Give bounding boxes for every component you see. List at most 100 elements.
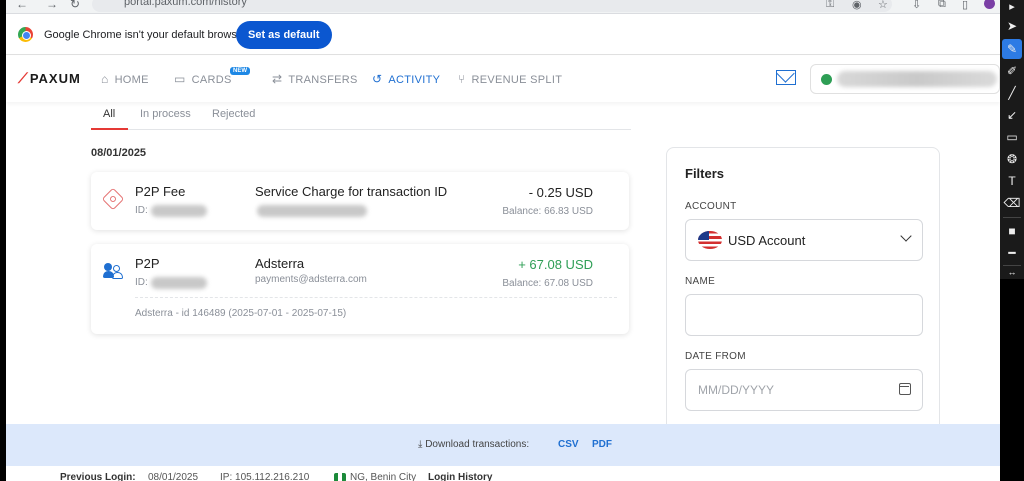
nav-activity[interactable]: ↺ ACTIVITY [372,72,440,86]
nav-transfers[interactable]: ⇄ TRANSFERS [272,72,358,86]
users-icon [103,262,125,280]
nav-revenue-split-label: REVENUE SPLIT [471,74,563,86]
chevron-down-icon [900,230,912,242]
set-default-button[interactable]: Set as default [236,21,332,49]
text-icon[interactable]: T [1002,171,1022,191]
nav-home-label: HOME [114,74,149,86]
toolbar-divider [1003,217,1021,218]
transaction-card[interactable]: P2P ID: Adsterra payments@adsterra.com +… [91,244,629,334]
filters-panel: Filters ACCOUNT USD Account NAME DATE FR… [666,147,940,437]
home-icon: ⌂ [101,72,109,86]
redacted-username [837,71,997,87]
date-heading: 08/01/2025 [91,147,147,159]
tag-icon [101,187,125,211]
previous-login-ip: IP: 105.112.216.210 [220,472,310,481]
address-bar[interactable]: portal.paxum.com/history [92,0,892,12]
transaction-type: P2P Fee [135,184,186,199]
name-label: NAME [685,276,716,287]
chrome-logo-icon [18,27,33,42]
date-from-label: DATE FROM [685,351,746,362]
mail-icon[interactable] [776,70,796,85]
nav-cards[interactable]: ▭ CARDS [174,72,232,86]
transaction-description: Adsterra [255,256,305,271]
profile-avatar[interactable] [984,0,995,9]
date-from-field[interactable]: MM/DD/YYYY [685,369,923,411]
nav-activity-label: ACTIVITY [388,74,441,86]
star-icon[interactable]: ☆ [878,0,888,11]
transaction-balance: Balance: 67.08 USD [502,278,593,289]
transaction-balance: Balance: 66.83 USD [502,206,593,217]
transaction-card[interactable]: P2P Fee ID: Service Charge for transacti… [91,172,629,230]
redacted-id [151,205,207,217]
tab-rejected[interactable]: Rejected [212,108,255,120]
tab-in-process[interactable]: In process [140,108,191,120]
key-icon[interactable]: ⚿ [826,0,834,11]
default-browser-infobar: Google Chrome isn't your default browser… [6,15,1000,55]
download-csv-link[interactable]: CSV [558,439,579,450]
verified-icon [821,74,832,85]
transaction-id-label: ID: [135,205,148,216]
name-field[interactable] [685,294,923,336]
activity-tabs: All In process Rejected [91,104,631,130]
fill-icon[interactable]: ❂ [1002,149,1022,169]
transaction-description: Service Charge for transaction ID [255,184,448,199]
us-flag-icon [698,231,722,249]
history-icon: ↺ [372,72,383,86]
transfer-icon: ⇄ [272,72,283,86]
nav-revenue-split[interactable]: ⑂ REVENUE SPLIT [458,72,562,86]
account-select[interactable]: USD Account [685,219,923,261]
ng-flag-icon [334,473,346,481]
transaction-id-label: ID: [135,277,148,288]
split-icon: ⑂ [458,72,466,86]
puzzle-icon[interactable]: ⧉ [938,0,946,11]
transaction-note: Adsterra - id 146489 (2025-07-01 - 2025-… [135,308,347,319]
filters-title: Filters [685,166,725,181]
paxum-logo[interactable]: ⟋PAXUM [18,70,81,87]
pen-icon[interactable]: ✎ [1002,39,1022,59]
download-bar: ⤓ Download transactions: CSV PDF [6,424,1000,466]
login-history-link[interactable]: Login History [428,472,492,481]
redacted-transaction-id [257,205,367,217]
extension-icon[interactable]: ◉ [852,0,862,11]
transaction-counterparty-email: payments@adsterra.com [255,274,367,285]
infobar-text: Google Chrome isn't your default browser [44,29,247,41]
calendar-icon[interactable] [899,383,911,395]
transaction-type: P2P [135,256,160,271]
account-label: ACCOUNT [685,201,737,212]
tab-all[interactable]: All [103,108,115,120]
marker-icon[interactable]: ✐ [1002,61,1022,81]
download-pdf-link[interactable]: PDF [592,439,612,450]
color-swatch-icon[interactable]: ■ [1002,221,1022,241]
app-navbar: ⟋PAXUM ⌂ HOME ▭ CARDS NEW ⇄ TRANSFERS ↺ ACTI… [6,56,1000,102]
previous-login-bar: Previous Login: 08/01/2025 IP: 105.112.2… [6,466,1000,481]
cursor-tool-icon[interactable]: ▸ [1000,0,1024,14]
forward-icon[interactable]: → [46,0,58,11]
active-tab-indicator [91,128,128,130]
logo-text: PAXUM [29,71,81,86]
expand-icon[interactable]: ↔ [1002,266,1022,278]
cursor-icon[interactable]: ➤ [1002,16,1022,36]
account-select-value: USD Account [728,233,806,248]
redacted-id [151,277,207,289]
back-icon[interactable]: ← [16,0,28,11]
download-label-text: Download transactions: [425,439,530,450]
arrow-icon[interactable]: ↙ [1002,105,1022,125]
sidebar-icon[interactable]: ▯ [962,0,968,11]
reload-icon[interactable]: ↻ [70,0,80,11]
previous-login-label: Previous Login: [60,472,136,481]
previous-login-date: 08/01/2025 [148,472,199,481]
user-menu[interactable] [810,64,1000,94]
annotation-toolbar: ➤ ✎ ✐ ╱ ↙ ▭ ❂ T ⌫ ■ ━ ↔ [1000,14,1024,279]
download-icon[interactable]: ⇩ [912,0,921,11]
date-from-placeholder: MM/DD/YYYY [698,383,775,397]
card-icon: ▭ [174,72,186,86]
stroke-width-icon[interactable]: ━ [1002,243,1022,263]
eraser-icon[interactable]: ⌫ [1002,193,1022,213]
nav-home[interactable]: ⌂ HOME [101,72,149,86]
rectangle-icon[interactable]: ▭ [1002,127,1022,147]
transaction-amount: - 0.25 USD [528,185,593,200]
divider [135,297,617,298]
browser-page: ← → ↻ portal.paxum.com/history ⚿ ◉ ☆ ⇩ ⧉… [6,0,1000,481]
transaction-amount: + 67.08 USD [518,257,593,272]
line-icon[interactable]: ╱ [1002,83,1022,103]
